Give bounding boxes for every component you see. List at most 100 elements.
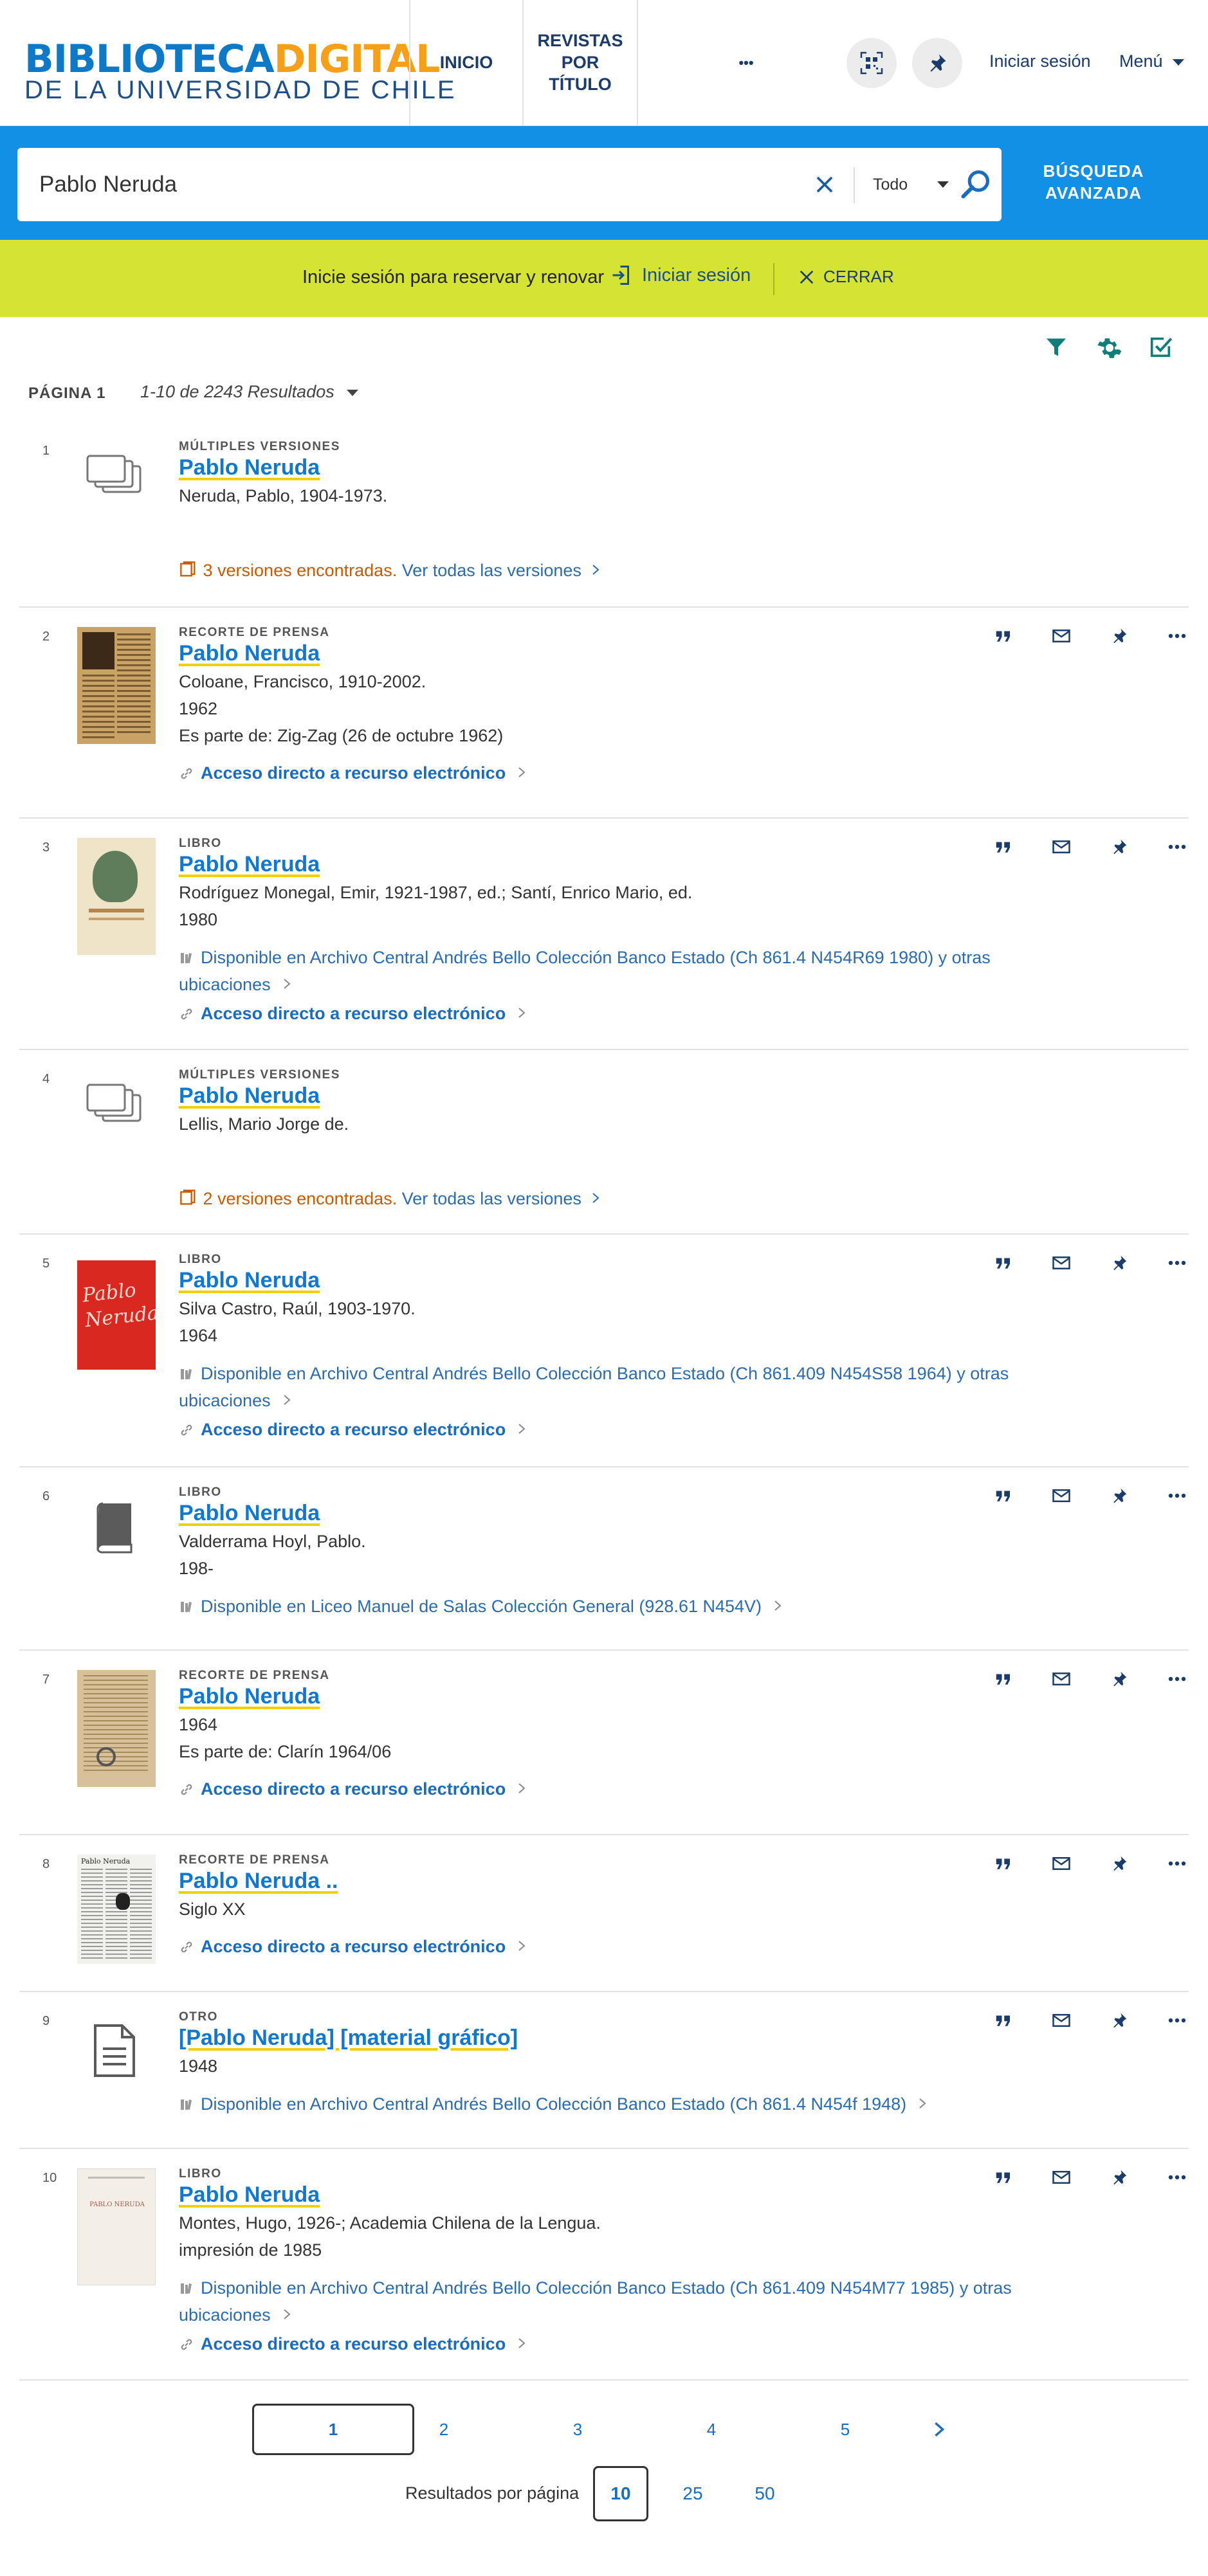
access-link[interactable]: Acceso directo a recurso electrónico [179,1779,526,1799]
access-link[interactable]: Acceso directo a recurso electrónico [179,2334,526,2354]
cite-button[interactable] [991,2164,1016,2190]
more-actions-button[interactable] [1164,1851,1190,1876]
result-title-link[interactable]: Pablo Neruda [179,1084,320,1109]
per-page-50-button[interactable]: 50 [737,2466,792,2521]
availability-link[interactable]: Disponible en Liceo Manuel de Salas Cole… [179,1593,782,1620]
pin-button[interactable] [1106,1666,1132,1692]
email-button[interactable] [1048,1666,1074,1692]
result-thumbnail[interactable] [77,1670,156,1787]
cite-button[interactable] [991,1666,1016,1692]
more-actions-button[interactable] [1164,1250,1190,1276]
select-all-checkbox-icon[interactable] [1148,334,1173,360]
more-actions-button[interactable] [1164,1483,1190,1509]
availability-link[interactable]: Disponible en Archivo Central Andrés Bel… [179,945,991,999]
per-page-10-button[interactable]: 10 [593,2466,648,2521]
result-title-link[interactable]: Pablo Neruda [179,852,320,877]
search-icon[interactable] [959,167,993,201]
nav-revistas-por-titulo[interactable]: REVISTAS POR TÍTULO [524,0,637,126]
result-count-dropdown[interactable]: 1-10 de 2243 Resultados [140,382,360,402]
email-button[interactable] [1048,1851,1074,1876]
availability-link[interactable]: Disponible en Archivo Central Andrés Bel… [179,2275,1012,2329]
result-title-link[interactable]: Pablo Neruda [179,455,320,480]
result-title-link[interactable]: Pablo Neruda [179,1501,320,1526]
banner-signin-button[interactable]: Iniciar sesión [610,263,751,287]
result-title-link[interactable]: Pablo Neruda .. [179,1869,338,1894]
availability-link[interactable]: Disponible en Archivo Central Andrés Bel… [179,1361,1009,1415]
see-all-versions-link[interactable]: Ver todas las versiones [402,1189,581,1208]
cite-button[interactable] [991,834,1016,860]
email-button[interactable] [1048,1483,1074,1509]
pin-button[interactable] [1106,623,1132,649]
chevron-right-icon [518,1941,526,1951]
cite-button[interactable] [991,1851,1016,1876]
access-link[interactable]: Acceso directo a recurso electrónico [179,1004,526,1024]
versions-row[interactable]: 2 versiones encontradas. Ver todas las v… [179,1189,600,1209]
access-link[interactable]: Acceso directo a recurso electrónico [179,1937,526,1957]
scope-select[interactable]: Todo [854,148,963,221]
result-type: LIBRO [179,1253,222,1266]
clear-search-icon[interactable] [812,172,837,197]
page-4-button[interactable]: 4 [686,2404,737,2455]
page-3-button[interactable]: 3 [552,2404,603,2455]
more-actions-button[interactable] [1164,623,1190,649]
settings-gear-icon[interactable] [1096,334,1123,361]
banner-close-button[interactable]: CERRAR [798,267,894,287]
pinned-items-button[interactable] [912,38,962,88]
email-button[interactable] [1048,2164,1074,2190]
cite-button[interactable] [991,1483,1016,1509]
email-button[interactable] [1048,834,1074,860]
filter-icon[interactable] [1045,334,1068,360]
result-thumbnail[interactable] [77,838,156,955]
email-button[interactable] [1048,2008,1074,2033]
access-link[interactable]: Acceso directo a recurso electrónico [179,1420,526,1440]
availability-link[interactable]: Disponible en Archivo Central Andrés Bel… [179,2091,927,2118]
email-button[interactable] [1048,1250,1074,1276]
more-actions-button[interactable] [1164,2008,1190,2033]
versions-row[interactable]: 3 versiones encontradas. Ver todas las v… [179,561,600,581]
advanced-search-button[interactable]: BÚSQUEDA AVANZADA [1029,161,1158,204]
cite-button[interactable] [991,1250,1016,1276]
more-actions-button[interactable] [1164,2164,1190,2190]
more-actions-button[interactable] [1164,1666,1190,1692]
result-title-link[interactable]: Pablo Neruda [179,641,320,666]
result-title-link[interactable]: [Pablo Neruda] [material gráfico] [179,2026,518,2051]
more-actions-button[interactable] [1164,834,1190,860]
result-thumbnail[interactable]: Pablo Neruda [77,1855,156,1964]
nav-inicio[interactable]: INICIO [410,0,522,126]
result-thumbnail[interactable] [77,627,156,744]
result-thumbnail[interactable]: Pablo Neruda [77,1260,156,1370]
page-5-button[interactable]: 5 [819,2404,871,2455]
email-icon [1052,1857,1070,1870]
menu-button[interactable]: Menú [1119,51,1185,71]
search-input[interactable] [39,148,760,221]
search-box: Todo [17,148,1002,221]
result-type: RECORTE DE PRENSA [179,1853,330,1867]
signin-link[interactable]: Iniciar sesión [989,51,1091,71]
pin-button[interactable] [1106,834,1132,860]
result-type: RECORTE DE PRENSA [179,1669,330,1682]
pin-button[interactable] [1106,2164,1132,2190]
logo-subtitle: DE LA UNIVERSIDAD DE CHILE [24,76,457,104]
qr-code-button[interactable] [847,38,897,88]
result-title-link[interactable]: Pablo Neruda [179,2182,320,2208]
site-logo[interactable]: BIBLIOTECADIGITAL DE LA UNIVERSIDAD DE C… [24,40,457,103]
result-title-link[interactable]: Pablo Neruda [179,1268,320,1293]
pin-button[interactable] [1106,1851,1132,1876]
next-page-button[interactable] [913,2404,965,2455]
page-2-button[interactable]: 2 [418,2404,470,2455]
cite-button[interactable] [991,2008,1016,2033]
result-type: LIBRO [179,837,222,850]
access-link[interactable]: Acceso directo a recurso electrónico [179,763,526,783]
email-button[interactable] [1048,623,1074,649]
result-thumbnail[interactable]: PABLO NERUDA [77,2168,156,2285]
see-all-versions-link[interactable]: Ver todas las versiones [402,561,581,580]
per-page-25-button[interactable]: 25 [665,2466,720,2521]
chevron-right-icon [283,1395,291,1405]
pin-button[interactable] [1106,1483,1132,1509]
cite-button[interactable] [991,623,1016,649]
page-1-button[interactable]: 1 [252,2404,414,2455]
pin-button[interactable] [1106,2008,1132,2033]
pin-button[interactable] [1106,1250,1132,1276]
nav-more-button[interactable]: ••• [708,0,785,126]
result-title-link[interactable]: Pablo Neruda [179,1684,320,1709]
